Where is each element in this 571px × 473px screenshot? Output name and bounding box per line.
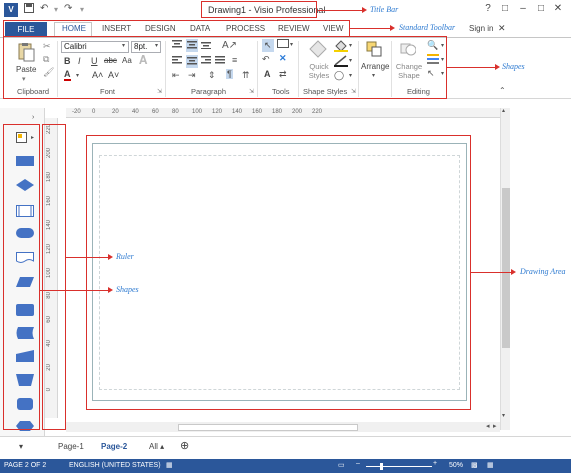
standard-toolbar-annotation-arrowhead (390, 25, 395, 31)
horizontal-scrollbar[interactable]: ◂ ▸ (66, 422, 500, 432)
title-bar-annotation-arrow (318, 10, 362, 11)
close-document-button[interactable]: ✕ (498, 23, 506, 34)
h-ruler-tick: 220 (312, 109, 323, 115)
switch-windows-icon[interactable]: ▦ (487, 461, 494, 469)
scroll-right-icon[interactable]: ▸ (493, 422, 497, 430)
status-bar: PAGE 2 OF 2 ENGLISH (UNITED STATES) ▦ ▭ … (0, 459, 571, 473)
standard-toolbar-annotation-box (3, 20, 350, 37)
restore-button[interactable]: □ (534, 3, 548, 14)
page-tabs-bar: ▾ Page-1 Page-2 All ▴ ⊕ (0, 436, 571, 458)
h-ruler-tick: 100 (192, 109, 203, 115)
h-ruler-tick: 160 (252, 109, 263, 115)
sign-in-link[interactable]: Sign in (469, 24, 493, 33)
drawing-area-annotation-label: Drawing Area (520, 267, 566, 276)
h-ruler-tick: 180 (272, 109, 283, 115)
visio-window: V ↶ ▾ ↷ ▾ Drawing1 - Visio Professional … (0, 0, 571, 473)
ribbon-annotation-arrowhead (495, 64, 500, 70)
h-ruler-tick: 140 (232, 109, 243, 115)
page-tab-page-1[interactable]: Page-1 (58, 442, 84, 451)
close-button[interactable]: ✕ (551, 3, 565, 14)
title-bar-annotation-arrowhead (362, 7, 367, 13)
zoom-in-button[interactable]: + (433, 460, 437, 467)
h-ruler-tick: 40 (132, 109, 139, 115)
standard-toolbar-annotation-arrow (350, 28, 390, 29)
scroll-left-icon[interactable]: ◂ (486, 422, 490, 430)
title-bar-annotation-label: Title Bar (370, 5, 399, 14)
macro-recording-icon[interactable]: ▦ (166, 461, 173, 469)
scroll-down-icon[interactable]: ▾ (502, 412, 505, 419)
undo-icon[interactable]: ↶ (40, 3, 48, 14)
ribbon-annotation-box (3, 36, 447, 99)
ribbon-display-button[interactable]: □ (498, 3, 512, 14)
ruler-annotation-box (42, 124, 66, 430)
customize-qat-icon[interactable]: ▾ (80, 5, 84, 14)
zoom-level[interactable]: 50% (449, 462, 463, 469)
h-ruler-tick: 200 (292, 109, 303, 115)
presentation-mode-icon[interactable]: ▭ (338, 461, 345, 469)
save-icon[interactable] (24, 3, 34, 16)
h-ruler-tick: 80 (172, 109, 179, 115)
undo-dropdown-icon[interactable]: ▾ (54, 5, 58, 14)
add-page-button[interactable]: ⊕ (180, 439, 189, 452)
drawing-area-annotation-arrowhead (511, 269, 516, 275)
shapes-annotation-box (3, 124, 40, 430)
h-ruler-tick: 120 (212, 109, 223, 115)
ribbon-annotation-label: Shapes (502, 62, 525, 71)
collapse-ribbon-icon[interactable]: ⌃ (499, 86, 506, 95)
language-indicator[interactable]: ENGLISH (UNITED STATES) (69, 462, 161, 469)
vertical-scrollbar[interactable]: ▴ ▾ (500, 108, 510, 430)
zoom-slider[interactable] (366, 466, 432, 467)
title-bar-annotation-box (201, 1, 317, 18)
minimize-button[interactable]: – (516, 3, 530, 14)
drawing-area-annotation-arrow (471, 272, 511, 273)
scroll-up-icon[interactable]: ▴ (502, 107, 505, 114)
stencil-scroll-down-icon[interactable]: ▾ (19, 442, 23, 451)
zoom-out-button[interactable]: – (356, 460, 360, 467)
vertical-scroll-thumb[interactable] (502, 188, 510, 348)
drawing-area-annotation-box (86, 135, 471, 410)
h-ruler-tick: -20 (72, 109, 81, 115)
horizontal-ruler: -20 0 20 40 60 80 100 120 140 160 180 200 220 (66, 108, 500, 118)
horizontal-scroll-thumb[interactable] (178, 424, 358, 431)
ribbon-annotation-arrow (447, 67, 495, 68)
help-button[interactable]: ? (481, 3, 495, 14)
page-tab-page-2[interactable]: Page-2 (101, 442, 127, 451)
fit-page-icon[interactable]: ▩ (471, 461, 478, 469)
h-ruler-tick: 60 (152, 109, 159, 115)
h-ruler-tick: 20 (112, 109, 119, 115)
all-pages-button[interactable]: All ▴ (149, 442, 164, 451)
standard-toolbar-annotation-label: Standard Toolbar (399, 23, 456, 32)
page-indicator[interactable]: PAGE 2 OF 2 (4, 462, 46, 469)
h-ruler-tick: 0 (92, 109, 96, 115)
zoom-slider-thumb[interactable] (380, 463, 383, 470)
visio-logo-icon: V (4, 3, 18, 17)
redo-icon[interactable]: ↷ (64, 3, 72, 14)
expand-shapes-icon[interactable]: › (32, 114, 34, 121)
